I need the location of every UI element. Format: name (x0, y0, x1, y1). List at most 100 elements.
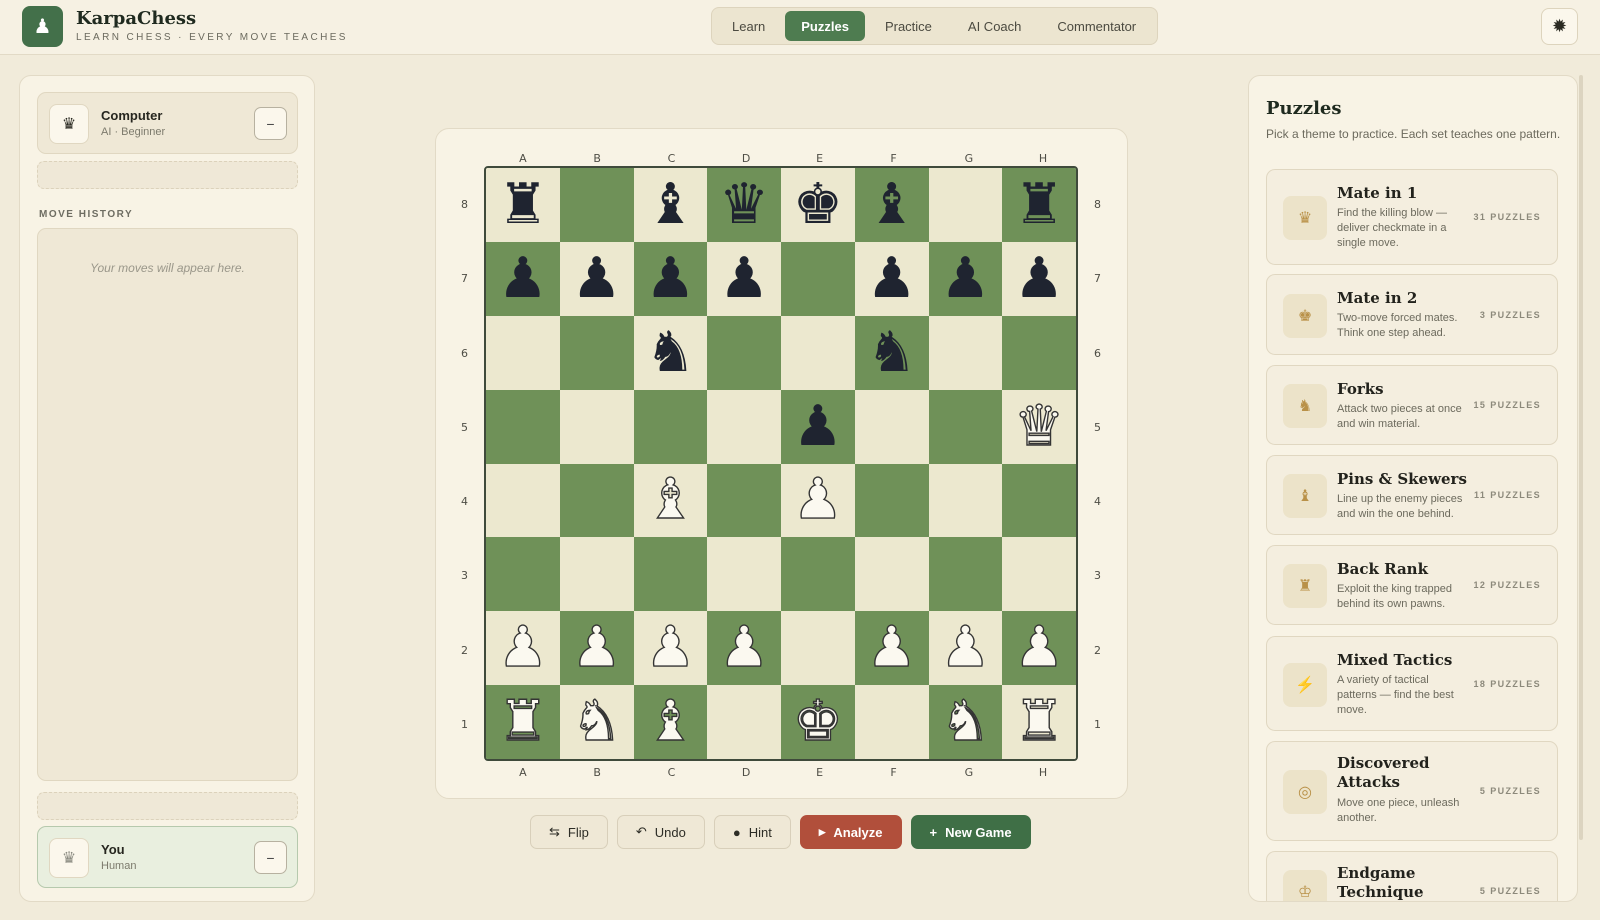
square-a5[interactable] (486, 389, 560, 464)
puzzle-card[interactable]: ⚡ Mixed Tactics A variety of tactical patt… (1266, 636, 1558, 731)
square-b6[interactable] (559, 315, 634, 390)
square-e3[interactable] (781, 537, 855, 612)
black-rook-icon[interactable]: ♜ (498, 176, 548, 233)
black-bishop-icon[interactable]: ♝ (645, 176, 695, 233)
square-g4[interactable] (928, 463, 1003, 538)
black-rook-icon[interactable]: ♜ (1014, 176, 1064, 233)
square-c3[interactable] (633, 537, 708, 612)
tab-ai-coach[interactable]: AI Coach (952, 11, 1037, 41)
black-bishop-icon[interactable]: ♝ (867, 176, 917, 233)
square-e1[interactable]: ♚ (781, 685, 855, 759)
new-game-button[interactable]: + New Game (910, 815, 1031, 849)
black-pawn-icon[interactable]: ♟ (793, 398, 843, 455)
white-pawn-icon[interactable]: ♟ (571, 619, 623, 676)
square-f4[interactable] (854, 463, 929, 538)
square-f2[interactable]: ♟ (854, 611, 929, 686)
square-b1[interactable]: ♞ (559, 685, 634, 759)
white-bishop-icon[interactable]: ♝ (645, 471, 697, 528)
square-d4[interactable] (707, 463, 781, 538)
square-b8[interactable] (559, 168, 634, 242)
square-h1[interactable]: ♜ (1002, 685, 1076, 759)
square-f5[interactable] (854, 389, 929, 464)
black-knight-icon[interactable]: ♞ (645, 324, 695, 381)
square-f6[interactable]: ♞ (854, 315, 929, 390)
square-h8[interactable]: ♜ (1002, 168, 1076, 242)
black-queen-icon[interactable]: ♛ (719, 176, 769, 233)
square-f3[interactable] (854, 537, 929, 612)
square-a3[interactable] (486, 537, 560, 612)
puzzle-card[interactable]: ◎ Discovered Attacks Move one piece, unlea… (1266, 741, 1558, 841)
square-e4[interactable]: ♟ (781, 463, 855, 538)
square-c6[interactable]: ♞ (633, 315, 708, 390)
square-d7[interactable]: ♟ (707, 241, 781, 316)
puzzle-card[interactable]: ♛ Mate in 1 Find the killing blow — delive… (1266, 169, 1558, 265)
analyze-button[interactable]: ▸ Analyze (799, 815, 902, 849)
flip-button[interactable]: ⇆ Flip (530, 815, 608, 849)
white-pawn-icon[interactable]: ♟ (792, 471, 844, 528)
square-b4[interactable] (559, 463, 634, 538)
square-d6[interactable] (707, 315, 781, 390)
black-pawn-icon[interactable]: ♟ (940, 250, 990, 307)
puzzle-card[interactable]: ♝ Pins & Skewers Line up the enemy pieces … (1266, 455, 1558, 535)
undo-button[interactable]: ↶ Undo (616, 815, 705, 849)
black-knight-icon[interactable]: ♞ (867, 324, 917, 381)
square-g3[interactable] (928, 537, 1003, 612)
square-d3[interactable] (707, 537, 781, 612)
black-pawn-icon[interactable]: ♟ (498, 250, 548, 307)
player-collapse-button[interactable]: − (254, 841, 287, 874)
white-pawn-icon[interactable]: ♟ (940, 619, 992, 676)
opponent-collapse-button[interactable]: − (254, 107, 287, 140)
square-d8[interactable]: ♛ (707, 168, 781, 242)
square-b2[interactable]: ♟ (559, 611, 634, 686)
square-e5[interactable]: ♟ (781, 389, 855, 464)
square-g6[interactable] (928, 315, 1003, 390)
square-f1[interactable] (854, 685, 929, 759)
square-d5[interactable] (707, 389, 781, 464)
black-pawn-icon[interactable]: ♟ (1014, 250, 1064, 307)
white-pawn-icon[interactable]: ♟ (645, 619, 697, 676)
square-h6[interactable] (1002, 315, 1076, 390)
square-a2[interactable]: ♟ (486, 611, 560, 686)
white-pawn-icon[interactable]: ♟ (1013, 619, 1065, 676)
logo-pawn-icon[interactable]: ♟ (22, 6, 63, 47)
white-rook-icon[interactable]: ♜ (497, 693, 549, 750)
puzzles-scrollbar[interactable] (1579, 75, 1583, 840)
square-g5[interactable] (928, 389, 1003, 464)
square-g1[interactable]: ♞ (928, 685, 1003, 759)
tab-practice[interactable]: Practice (869, 11, 948, 41)
square-g7[interactable]: ♟ (928, 241, 1003, 316)
square-b3[interactable] (559, 537, 634, 612)
settings-gear-icon[interactable]: ✹ (1541, 8, 1578, 45)
square-h3[interactable] (1002, 537, 1076, 612)
square-b7[interactable]: ♟ (559, 241, 634, 316)
puzzle-card[interactable]: ♔ Endgame Technique 5 PUZZLES (1266, 851, 1558, 901)
black-pawn-icon[interactable]: ♟ (719, 250, 769, 307)
black-king-icon[interactable]: ♚ (793, 176, 843, 233)
white-rook-icon[interactable]: ♜ (1013, 693, 1065, 750)
square-c8[interactable]: ♝ (633, 168, 708, 242)
square-c2[interactable]: ♟ (633, 611, 708, 686)
puzzle-card[interactable]: ♞ Forks Attack two pieces at once and win … (1266, 365, 1558, 445)
square-c4[interactable]: ♝ (633, 463, 708, 538)
square-d2[interactable]: ♟ (707, 611, 781, 686)
move-history-list[interactable]: Your moves will appear here. (37, 228, 298, 781)
square-a4[interactable] (486, 463, 560, 538)
black-pawn-icon[interactable]: ♟ (867, 250, 917, 307)
square-e2[interactable] (781, 611, 855, 686)
white-pawn-icon[interactable]: ♟ (866, 619, 918, 676)
square-a1[interactable]: ♜ (486, 685, 560, 759)
square-c1[interactable]: ♝ (633, 685, 708, 759)
white-knight-icon[interactable]: ♞ (940, 693, 992, 750)
square-f7[interactable]: ♟ (854, 241, 929, 316)
square-h7[interactable]: ♟ (1002, 241, 1076, 316)
tab-puzzles[interactable]: Puzzles (785, 11, 865, 41)
square-c5[interactable] (633, 389, 708, 464)
black-pawn-icon[interactable]: ♟ (645, 250, 695, 307)
white-king-icon[interactable]: ♚ (792, 693, 844, 750)
square-h2[interactable]: ♟ (1002, 611, 1076, 686)
tab-learn[interactable]: Learn (716, 11, 781, 41)
square-b5[interactable] (559, 389, 634, 464)
white-pawn-icon[interactable]: ♟ (718, 619, 770, 676)
square-a8[interactable]: ♜ (486, 168, 560, 242)
square-f8[interactable]: ♝ (854, 168, 929, 242)
